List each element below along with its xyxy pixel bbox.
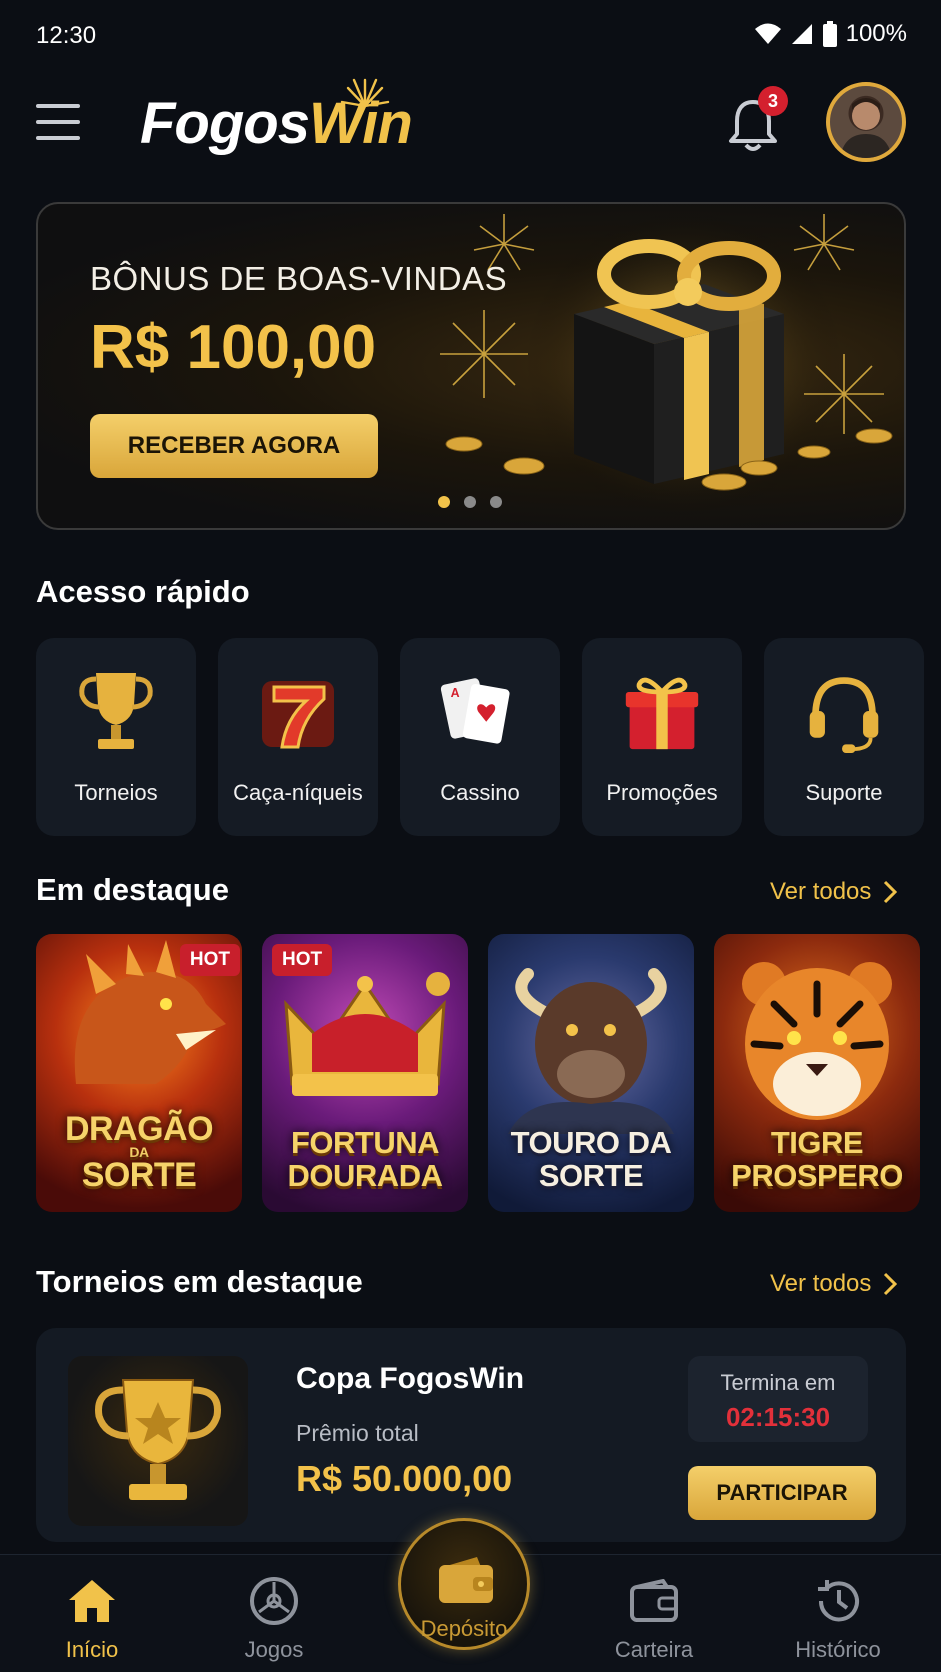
- quick-access-title: Acesso rápido: [36, 574, 250, 609]
- game-title-line2: PROSPERO: [731, 1158, 903, 1193]
- game-title-line2: SORTE: [538, 1158, 644, 1193]
- slot-seven-icon: [258, 666, 338, 758]
- quick-access-row: Torneios Caça-níqueis A Cassino Promoçõe…: [36, 638, 924, 836]
- game-title: TIGRE PROSPERO: [714, 1126, 920, 1192]
- deposit-label: Depósito: [420, 1616, 508, 1641]
- banner-eyebrow: BÔNUS DE BOAS-VINDAS: [90, 260, 508, 297]
- tournament-name: Copa FogosWin: [296, 1362, 525, 1395]
- quick-access-tournaments[interactable]: Torneios: [36, 638, 196, 836]
- game-title-line1: TOURO DA: [510, 1125, 672, 1160]
- game-title: TOURO DA SORTE: [488, 1126, 694, 1192]
- quick-access-label: Promoções: [606, 780, 718, 805]
- quick-access-casino[interactable]: A Cassino: [400, 638, 560, 836]
- headset-icon: [804, 666, 884, 758]
- chevron-right-icon: [884, 1272, 898, 1296]
- trophy-icon: [76, 666, 156, 758]
- participate-button[interactable]: PARTICIPAR: [688, 1466, 876, 1520]
- hot-badge: HOT: [179, 944, 240, 976]
- tournament-trophy-icon: [68, 1356, 248, 1526]
- wifi-icon: [754, 23, 781, 44]
- firework-icon: [340, 78, 390, 108]
- tournament-prize-amount: R$ 50.000,00: [296, 1458, 513, 1499]
- game-card-fortuna-dourada[interactable]: HOT FORTUNA DOURADA: [262, 934, 468, 1212]
- game-card-touro-da-sorte[interactable]: TOURO DA SORTE: [488, 934, 694, 1212]
- wallet-icon: [439, 1557, 493, 1603]
- quick-access-support[interactable]: Suporte: [764, 638, 924, 836]
- nav-label: Início: [65, 1637, 119, 1662]
- banner-carousel-dots[interactable]: [438, 496, 502, 508]
- playing-cards-icon: A: [440, 666, 520, 758]
- avatar-person-icon: [840, 98, 892, 158]
- game-title-line2: DOURADA: [287, 1158, 443, 1193]
- battery-icon: [822, 21, 837, 47]
- featured-games-row: HOT DRAGÃO DA SORTE HOT FORTUNA DOURADA: [36, 934, 920, 1212]
- hot-badge: HOT: [272, 944, 333, 976]
- tiger-illustration: [742, 962, 892, 1120]
- countdown-value: 02:15:30: [725, 1402, 831, 1432]
- quick-access-label: Torneios: [74, 780, 158, 805]
- tournament-card[interactable]: Copa FogosWin Prêmio total R$ 50.000,00 …: [36, 1328, 906, 1542]
- see-all-label: Ver todos: [770, 1270, 872, 1297]
- app-logo: FogosWin: [140, 78, 413, 170]
- game-title-line2: SORTE: [81, 1156, 197, 1194]
- nav-label: Carteira: [614, 1637, 694, 1662]
- banner-bonus-amount: R$ 100,00: [90, 313, 377, 382]
- see-all-label: Ver todos: [770, 878, 872, 905]
- signal-icon: [791, 24, 812, 44]
- featured-title: Em destaque: [36, 872, 229, 907]
- welcome-bonus-banner[interactable]: BÔNUS DE BOAS-VINDAS R$ 100,00 RECEBER A…: [36, 202, 906, 530]
- carousel-dot-1[interactable]: [438, 496, 450, 508]
- game-card-tigre-prospero[interactable]: TIGRE PROSPERO: [714, 934, 920, 1212]
- home-icon: [22, 1577, 162, 1625]
- game-title-line1: FORTUNA: [290, 1125, 440, 1160]
- quick-access-slots[interactable]: Caça-níqueis: [218, 638, 378, 836]
- history-icon: [768, 1577, 908, 1625]
- tournament-countdown-box: Termina em 02:15:30: [688, 1356, 868, 1442]
- games-icon: [204, 1577, 344, 1625]
- bull-illustration: [508, 968, 674, 1134]
- carousel-dot-3[interactable]: [490, 496, 502, 508]
- tournaments-see-all-link[interactable]: Ver todos: [770, 1270, 898, 1298]
- game-title: DRAGÃO DA SORTE: [36, 1112, 242, 1192]
- gift-icon: [622, 666, 702, 758]
- game-title-line1: DRAGÃO: [64, 1110, 214, 1148]
- quick-access-label: Caça-níqueis: [233, 780, 363, 805]
- nav-item-home[interactable]: Início: [22, 1577, 162, 1663]
- featured-see-all-link[interactable]: Ver todos: [770, 878, 898, 906]
- svg-text:A: A: [451, 686, 460, 700]
- notification-badge: 3: [758, 86, 788, 116]
- chevron-right-icon: [884, 880, 898, 904]
- nav-item-games[interactable]: Jogos: [204, 1577, 344, 1663]
- menu-icon[interactable]: [36, 104, 80, 140]
- countdown-label: Termina em: [720, 1370, 836, 1395]
- quick-access-promotions[interactable]: Promoções: [582, 638, 742, 836]
- game-title: FORTUNA DOURADA: [262, 1126, 468, 1192]
- status-icons: 100%: [754, 20, 907, 48]
- tournaments-title: Torneios em destaque: [36, 1264, 363, 1299]
- carousel-dot-2[interactable]: [464, 496, 476, 508]
- game-card-dragao-da-sorte[interactable]: HOT DRAGÃO DA SORTE: [36, 934, 242, 1212]
- nav-item-history[interactable]: Histórico: [768, 1577, 908, 1663]
- receive-now-button[interactable]: RECEBER AGORA: [90, 414, 378, 478]
- app-header: FogosWin 3: [0, 72, 941, 182]
- quick-access-label: Cassino: [440, 780, 520, 805]
- gift-box-illustration: [440, 204, 893, 524]
- game-title-line1: TIGRE: [770, 1125, 864, 1160]
- user-avatar[interactable]: [826, 82, 906, 162]
- nav-label: Jogos: [244, 1637, 304, 1662]
- tournament-prize-label: Prêmio total: [296, 1420, 419, 1446]
- nav-item-wallet[interactable]: Carteira: [584, 1577, 724, 1663]
- battery-level: 100%: [845, 20, 907, 47]
- quick-access-label: Suporte: [805, 780, 883, 805]
- status-time: 12:30: [36, 22, 97, 49]
- logo-part-fogos: Fogos: [140, 91, 310, 156]
- wallet-outline-icon: [584, 1577, 724, 1625]
- nav-label: Histórico: [795, 1637, 881, 1662]
- status-bar: 12:30 100%: [0, 0, 941, 72]
